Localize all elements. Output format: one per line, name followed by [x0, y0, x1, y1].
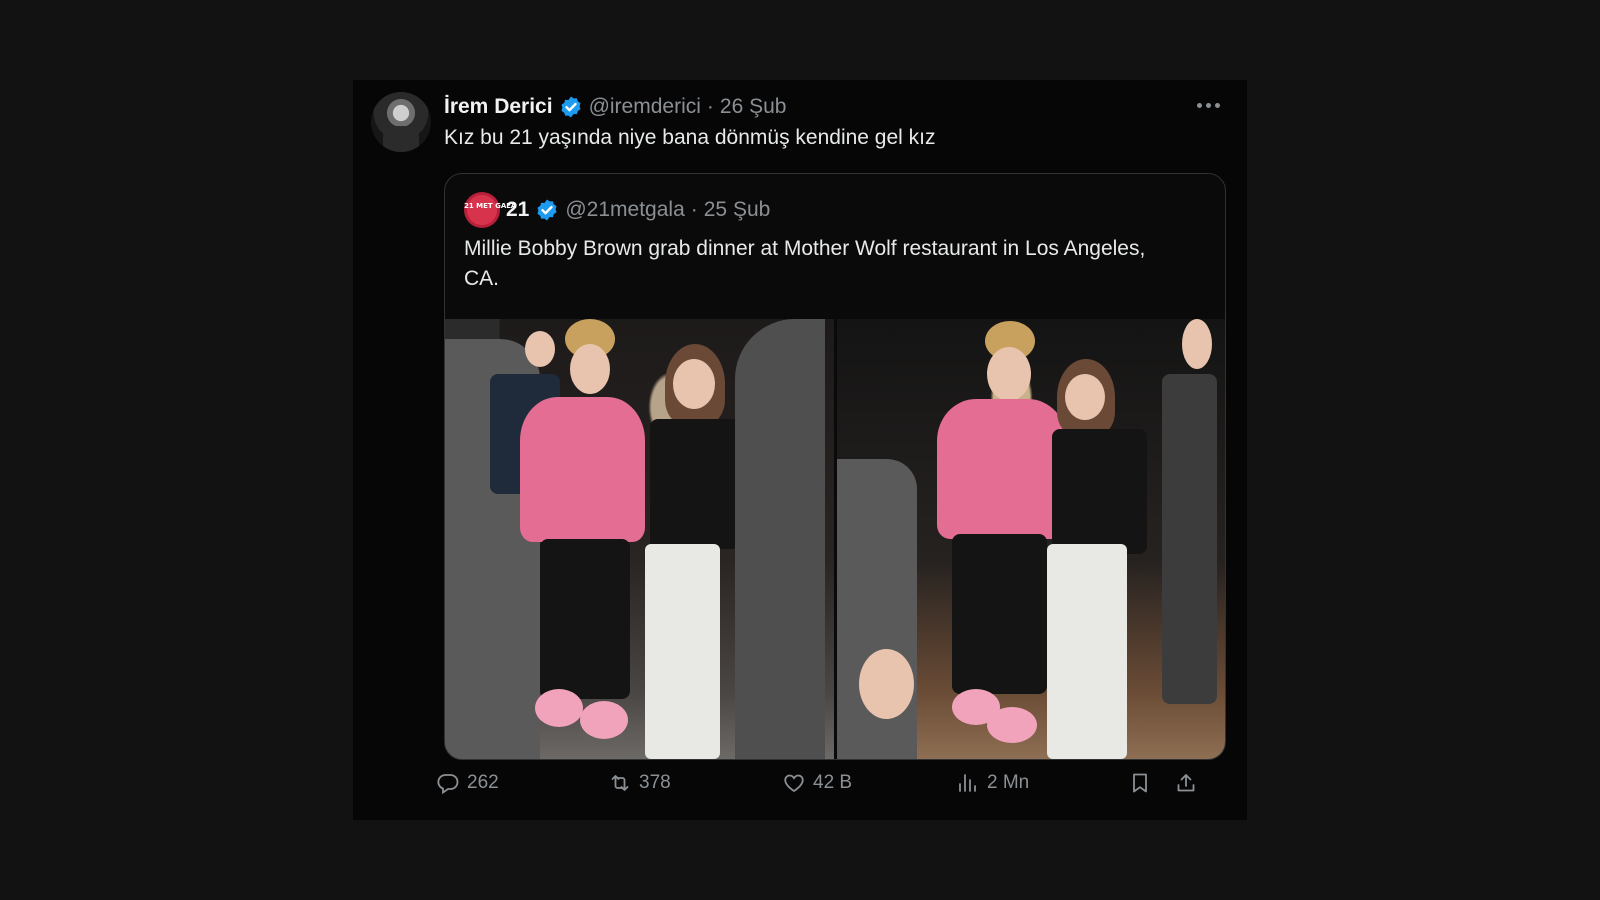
tweet-text: Kız bu 21 yaşında niye bana dönmüş kendi… [444, 126, 936, 149]
quoted-avatar[interactable]: 21 MET GALA [464, 192, 517, 228]
author-avatar[interactable] [371, 92, 431, 152]
quoted-text: Millie Bobby Brown grab dinner at Mother… [464, 237, 1146, 290]
repost-button[interactable]: 378 [608, 771, 671, 795]
author-handle[interactable]: @iremderici [589, 95, 701, 119]
views-count: 2 Mn [987, 772, 1030, 793]
share-icon [1177, 774, 1195, 792]
photo-grid [445, 319, 1225, 759]
share-button[interactable] [1174, 771, 1198, 795]
views-icon [959, 774, 976, 792]
like-count: 42 B [813, 772, 853, 793]
quoted-tweet[interactable]: 21 MET GALA 21 @21metgala · 25 Şub Milli… [444, 173, 1226, 760]
bookmark-button[interactable] [1128, 771, 1152, 795]
photo-left[interactable] [445, 319, 834, 759]
repost-count: 378 [639, 772, 671, 793]
like-button[interactable]: 42 B [782, 771, 852, 795]
reply-count: 262 [467, 772, 499, 793]
photo-right[interactable] [836, 319, 1225, 759]
verified-badge-icon [561, 96, 581, 118]
header-separator: · [706, 95, 714, 118]
quoted-handle[interactable]: @21metgala [565, 198, 684, 222]
views-button[interactable]: 2 Mn [956, 771, 1029, 795]
quoted-avatar-logo-text: 21 MET GALA [464, 202, 517, 210]
like-icon [784, 774, 804, 793]
reply-icon [437, 774, 459, 795]
tweet-date[interactable]: 26 Şub [720, 95, 787, 119]
bookmark-icon [1133, 773, 1147, 793]
action-bar: 262 378 42 B 2 Mn [436, 766, 1216, 800]
quoted-header: 21 MET GALA 21 @21metgala · 25 Şub [464, 192, 770, 228]
quoted-date[interactable]: 25 Şub [704, 198, 771, 222]
tweet-card[interactable]: İrem Derici @iremderici · 26 Şub Kız bu … [353, 80, 1247, 820]
verified-badge-icon [537, 199, 557, 221]
reply-button[interactable]: 262 [436, 771, 499, 795]
author-name[interactable]: İrem Derici [444, 95, 553, 119]
repost-icon [611, 775, 629, 791]
more-options-icon[interactable] [1193, 94, 1223, 116]
tweet-header: İrem Derici @iremderici · 26 Şub [444, 92, 786, 122]
quoted-separator: · [690, 198, 698, 221]
